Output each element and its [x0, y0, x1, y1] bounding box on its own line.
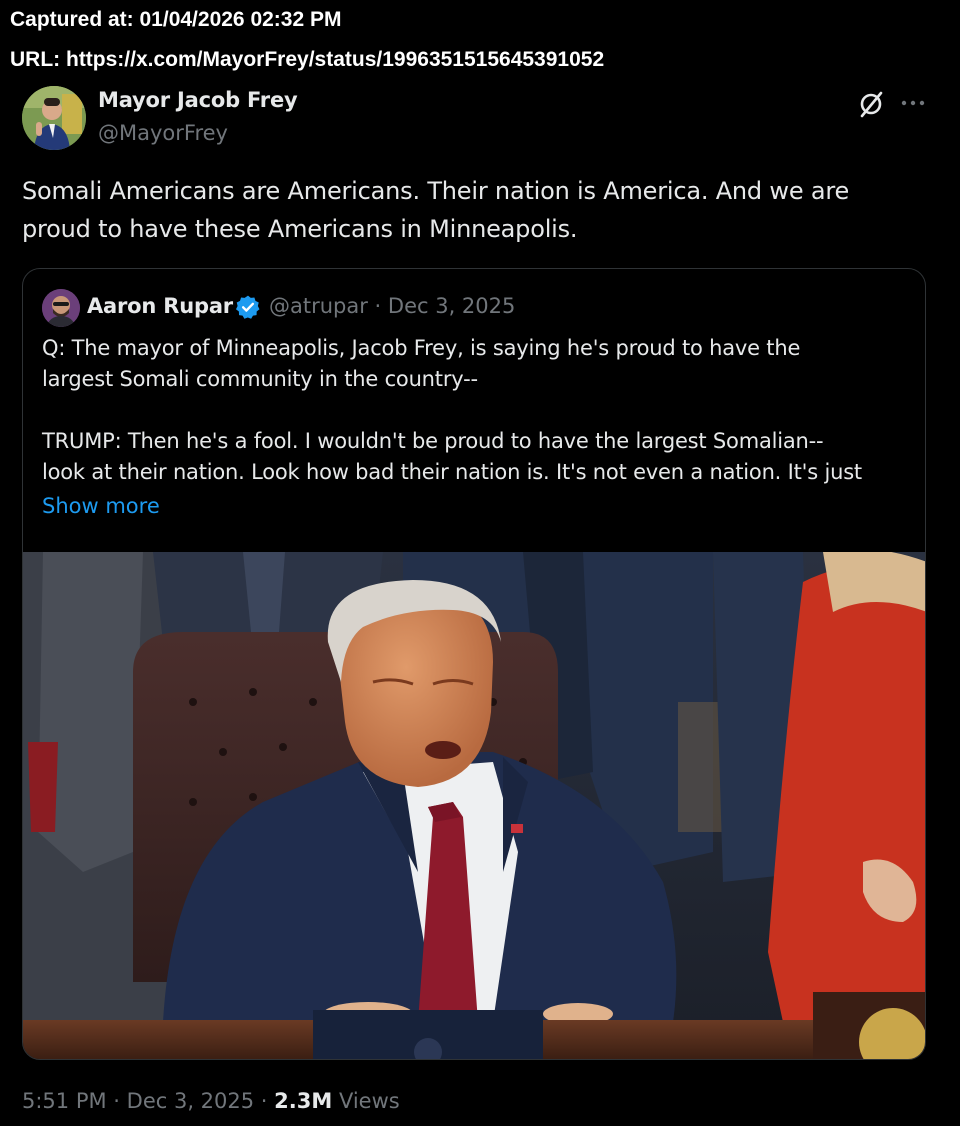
quoted-author-avatar[interactable] — [42, 289, 80, 327]
quoted-tweet-card[interactable]: Aaron Rupar @atrupar · Dec 3, 2025 Q: Th… — [22, 268, 926, 1060]
quoted-handle-date[interactable]: @atrupar · Dec 3, 2025 — [269, 294, 515, 318]
author-name[interactable]: Mayor Jacob Frey — [98, 88, 298, 112]
tweet-text-line: proud to have these Americans in Minneap… — [22, 215, 578, 243]
footer-separator: · — [106, 1089, 127, 1113]
tweet-text: Somali Americans are Americans. Their na… — [22, 172, 932, 248]
author-handle[interactable]: @MayorFrey — [98, 121, 228, 145]
verified-badge-icon — [235, 294, 261, 320]
quoted-text-line: largest Somali community in the country-… — [42, 367, 478, 391]
capture-timestamp: Captured at: 01/04/2026 02:32 PM — [10, 8, 342, 31]
quoted-video-still[interactable] — [23, 552, 925, 1059]
views-count: 2.3M — [274, 1089, 333, 1113]
more-icon[interactable] — [900, 90, 926, 116]
quoted-author-name[interactable]: Aaron Rupar — [87, 294, 233, 318]
quoted-text-line: TRUMP: Then he's a fool. I wouldn't be p… — [42, 429, 824, 453]
grok-icon[interactable] — [856, 89, 886, 119]
capture-url: URL: https://x.com/MayorFrey/status/1996… — [10, 48, 605, 71]
quoted-text-line: look at their nation. Look how bad their… — [42, 460, 862, 484]
quoted-tweet-text: Q: The mayor of Minneapolis, Jacob Frey,… — [42, 333, 912, 488]
show-more-link[interactable]: Show more — [42, 494, 160, 518]
tweet-date[interactable]: Dec 3, 2025 — [127, 1089, 254, 1113]
tweet-time[interactable]: 5:51 PM — [22, 1089, 107, 1113]
quoted-text-line: Q: The mayor of Minneapolis, Jacob Frey,… — [42, 336, 801, 360]
tweet-footer: 5:51 PM · Dec 3, 2025 · 2.3M Views — [22, 1089, 400, 1113]
views-label: Views — [332, 1089, 400, 1113]
footer-separator: · — [254, 1089, 275, 1113]
author-avatar[interactable] — [22, 86, 86, 150]
tweet-text-line: Somali Americans are Americans. Their na… — [22, 177, 850, 205]
